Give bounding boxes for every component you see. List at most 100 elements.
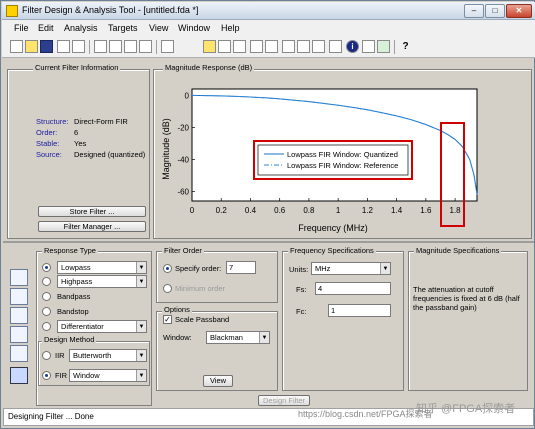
radio-iir[interactable] <box>42 351 51 360</box>
scale-passband-label: Scale Passband <box>175 315 230 324</box>
step-icon[interactable] <box>297 40 310 53</box>
sidebar-pole-zero-icon[interactable] <box>10 345 28 362</box>
legend-label-quantized: Lowpass FIR Window: Quantized <box>287 150 398 159</box>
scale-passband-checkbox[interactable]: ✓ <box>163 315 172 324</box>
radio-lowpass[interactable] <box>42 263 51 272</box>
rounded-icon[interactable] <box>377 40 390 53</box>
info-icon[interactable]: i <box>346 40 359 53</box>
highpass-dropdown[interactable]: Highpass ▼ <box>57 275 147 288</box>
radio-differentiator[interactable] <box>42 322 51 331</box>
bandpass-label: Bandpass <box>57 292 91 301</box>
toolbar-separator <box>394 40 395 54</box>
open-icon[interactable] <box>25 40 38 53</box>
minimize-button[interactable]: – <box>464 4 484 18</box>
current-filter-title: Current Filter Information <box>33 63 121 72</box>
radio-bandstop[interactable] <box>42 307 51 316</box>
title-bar[interactable]: Filter Design & Analysis Tool - [untitle… <box>2 2 535 20</box>
new-icon[interactable] <box>10 40 23 53</box>
options-title: Options <box>162 305 192 314</box>
units-dropdown[interactable]: MHz ▼ <box>311 262 391 275</box>
zoom-y-icon[interactable] <box>124 40 137 53</box>
iir-dropdown[interactable]: Butterworth ▼ <box>69 349 147 362</box>
minimum-order-label: Minimum order <box>175 284 226 293</box>
print-icon[interactable] <box>57 40 70 53</box>
chevron-down-icon: ▼ <box>136 350 146 361</box>
sidebar-realize-icon[interactable] <box>10 307 28 324</box>
x-tick-label: 1.8 <box>450 206 462 215</box>
x-tick-label: 0 <box>190 206 195 215</box>
fc-input[interactable]: 1 <box>328 304 391 317</box>
menu-file[interactable]: File <box>14 23 29 33</box>
radio-specify-order[interactable] <box>163 264 172 273</box>
lowpass-dropdown[interactable]: Lowpass ▼ <box>57 261 147 274</box>
round-off-icon[interactable] <box>362 40 375 53</box>
group-delay-icon[interactable] <box>250 40 263 53</box>
menu-help[interactable]: Help <box>221 23 240 33</box>
info-order-label: Order: <box>36 128 58 137</box>
y-tick-label: -20 <box>177 123 189 132</box>
sidebar-quantize-icon[interactable] <box>10 367 28 384</box>
phase-delay-icon[interactable] <box>265 40 278 53</box>
maximize-button[interactable]: □ <box>485 4 505 18</box>
x-tick-label: 0.4 <box>245 206 257 215</box>
chevron-down-icon: ▼ <box>136 276 146 287</box>
chevron-down-icon: ▼ <box>380 263 390 274</box>
info-stable-label: Stable: <box>36 139 60 148</box>
coeffs-icon[interactable] <box>329 40 342 53</box>
window-title: Filter Design & Analysis Tool - [untitle… <box>22 5 199 15</box>
menu-view[interactable]: View <box>149 23 168 33</box>
units-label: Units: <box>289 265 309 274</box>
sidebar-design-icon[interactable] <box>10 269 28 286</box>
fir-dropdown[interactable]: Window ▼ <box>69 369 147 382</box>
view-button[interactable]: View <box>203 375 233 387</box>
zoom-x-icon[interactable] <box>109 40 122 53</box>
whats-this-icon[interactable]: ? <box>399 40 412 53</box>
design-method-title: Design Method <box>42 335 97 344</box>
design-filter-button[interactable]: Design Filter <box>258 395 310 406</box>
menu-analysis[interactable]: Analysis <box>64 23 98 33</box>
response-type-title: Response Type <box>42 246 98 255</box>
y-tick-label: -40 <box>177 155 189 164</box>
print-preview-icon[interactable] <box>72 40 85 53</box>
fc-label: Fc: <box>296 307 307 316</box>
chevron-down-icon: ▼ <box>259 332 269 343</box>
magnitude-icon[interactable] <box>203 40 216 53</box>
filter-manager-button[interactable]: Filter Manager ... <box>38 221 146 232</box>
status-bar: Designing Filter ... Done https://blog.c… <box>3 403 534 426</box>
radio-bandpass[interactable] <box>42 292 51 301</box>
radio-minimum-order[interactable] <box>163 284 172 293</box>
mag-specs-note: The attenuation at cutoff frequencies is… <box>413 285 520 312</box>
window-dropdown[interactable]: Blackman ▼ <box>206 331 270 344</box>
info-stable-value: Yes <box>74 139 87 148</box>
filter-order-title: Filter Order <box>162 246 204 255</box>
info-structure-label: Structure: <box>36 117 69 126</box>
store-filter-button[interactable]: Store Filter ... <box>38 206 146 217</box>
full-view-icon[interactable] <box>139 40 152 53</box>
pole-zero-icon[interactable] <box>312 40 325 53</box>
x-tick-label: 1.6 <box>420 206 432 215</box>
menu-window[interactable]: Window <box>178 23 210 33</box>
save-icon[interactable] <box>40 40 53 53</box>
fs-input[interactable]: 4 <box>315 282 391 295</box>
x-tick-label: 1 <box>336 206 341 215</box>
bandstop-label: Bandstop <box>57 307 89 316</box>
order-input[interactable]: 7 <box>226 261 256 274</box>
zoom-in-icon[interactable] <box>94 40 107 53</box>
menu-edit[interactable]: Edit <box>38 23 54 33</box>
impulse-icon[interactable] <box>282 40 295 53</box>
menu-targets[interactable]: Targets <box>108 23 138 33</box>
mag-specs-title: Magnitude Specifications <box>414 246 502 255</box>
app-window: Filter Design & Analysis Tool - [untitle… <box>0 0 535 429</box>
differentiator-dropdown[interactable]: Differentiator ▼ <box>57 320 147 333</box>
mag-phase-icon[interactable] <box>233 40 246 53</box>
magnitude-chart: 0 -20 -40 -60 0 0.2 0.4 0.6 0.8 1 1.2 1.4 1.6 1.8 Ma… <box>161 88 478 233</box>
sidebar-transform-icon[interactable] <box>10 288 28 305</box>
phase-icon[interactable] <box>218 40 231 53</box>
toolbar: i ? <box>2 36 535 58</box>
sidebar-import-icon[interactable] <box>10 326 28 343</box>
filter-specs-icon[interactable] <box>161 40 174 53</box>
radio-highpass[interactable] <box>42 277 51 286</box>
close-button[interactable]: ✕ <box>506 4 532 18</box>
radio-fir[interactable] <box>42 371 51 380</box>
freq-specs-title: Frequency Specifications <box>288 246 376 255</box>
